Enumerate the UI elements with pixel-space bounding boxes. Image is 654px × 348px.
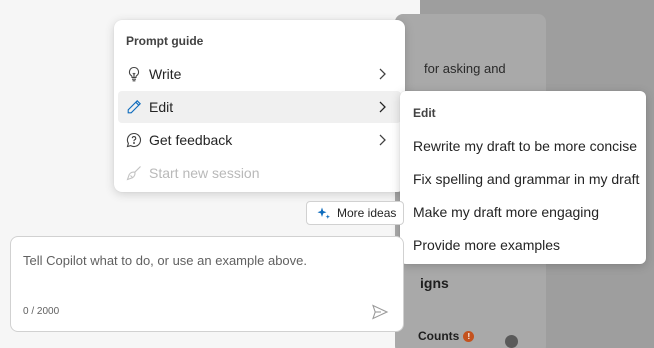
- prompt-input[interactable]: Tell Copilot what to do, or use an examp…: [10, 236, 404, 332]
- prompt-guide-menu: Prompt guide Write Edit Get feedback Sta…: [114, 20, 405, 192]
- warning-badge-icon: !: [463, 330, 475, 342]
- broom-icon: [126, 166, 141, 181]
- pencil-icon: [127, 100, 141, 114]
- sparkle-icon: [317, 207, 330, 219]
- chevron-right-icon: [379, 101, 386, 113]
- menu-item-label: Start new session: [149, 165, 260, 181]
- menu-item-label: Write: [149, 66, 182, 82]
- submenu-item-more-examples[interactable]: Provide more examples: [413, 237, 560, 253]
- character-counter: 0 / 2000: [23, 306, 60, 317]
- menu-item-label: Get feedback: [149, 132, 233, 148]
- send-icon[interactable]: [371, 303, 389, 321]
- document-snippet: for asking and: [424, 61, 506, 76]
- edit-submenu-title: Edit: [413, 106, 436, 120]
- chevron-right-icon: [379, 134, 386, 146]
- counts-label: Counts: [418, 329, 460, 343]
- chevron-right-icon: [379, 68, 386, 80]
- submenu-item-rewrite-concise[interactable]: Rewrite my draft to be more concise: [413, 138, 637, 154]
- submenu-item-fix-spelling[interactable]: Fix spelling and grammar in my draft: [413, 171, 639, 187]
- more-ideas-label: More ideas: [337, 206, 397, 220]
- edit-submenu: Edit Rewrite my draft to be more concise…: [400, 91, 646, 264]
- more-ideas-button[interactable]: More ideas: [306, 201, 404, 225]
- check-circle-icon: [505, 335, 518, 348]
- feedback-icon: [126, 132, 142, 148]
- submenu-item-more-engaging[interactable]: Make my draft more engaging: [413, 204, 599, 220]
- document-heading: igns: [420, 275, 449, 291]
- menu-item-write[interactable]: Write: [118, 58, 401, 90]
- menu-item-edit[interactable]: Edit: [118, 91, 401, 123]
- lightbulb-icon: [128, 66, 140, 82]
- menu-item-get-feedback[interactable]: Get feedback: [118, 124, 401, 156]
- document-counts: Counts !: [418, 329, 475, 343]
- prompt-guide-title: Prompt guide: [126, 34, 204, 48]
- menu-item-label: Edit: [149, 99, 174, 115]
- menu-item-start-new-session: Start new session: [118, 157, 401, 189]
- prompt-placeholder: Tell Copilot what to do, or use an examp…: [23, 253, 308, 268]
